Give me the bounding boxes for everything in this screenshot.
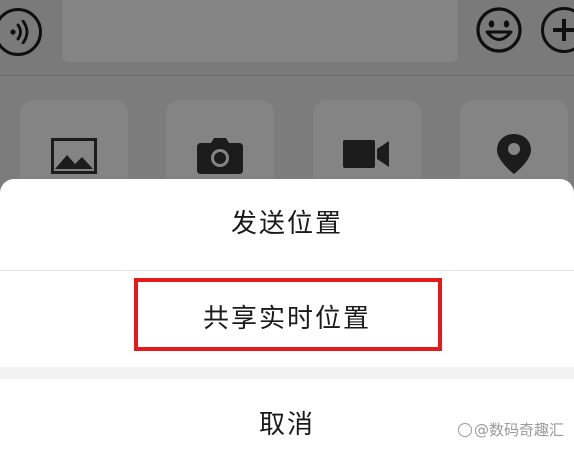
emoji-icon[interactable] [474, 5, 524, 55]
watermark: @数码奇趣汇 [457, 419, 564, 440]
send-location-option[interactable]: 发送位置 [0, 179, 574, 271]
message-input[interactable] [62, 0, 458, 62]
image-icon [51, 138, 97, 174]
screen: 发送位置 共享实时位置 取消 @数码奇趣汇 [0, 0, 574, 450]
video-icon [343, 140, 389, 168]
location-pin-icon [497, 134, 531, 174]
share-live-location-option[interactable]: 共享实时位置 [0, 271, 574, 367]
location-action-sheet: 发送位置 共享实时位置 取消 [0, 179, 574, 450]
plus-icon[interactable] [541, 7, 574, 53]
voice-icon[interactable] [0, 8, 42, 56]
camera-icon [197, 138, 243, 174]
sheet-divider [0, 367, 574, 379]
watermark-logo-icon [457, 423, 472, 437]
watermark-text: @数码奇趣汇 [473, 421, 564, 439]
chat-input-bar [0, 0, 574, 76]
